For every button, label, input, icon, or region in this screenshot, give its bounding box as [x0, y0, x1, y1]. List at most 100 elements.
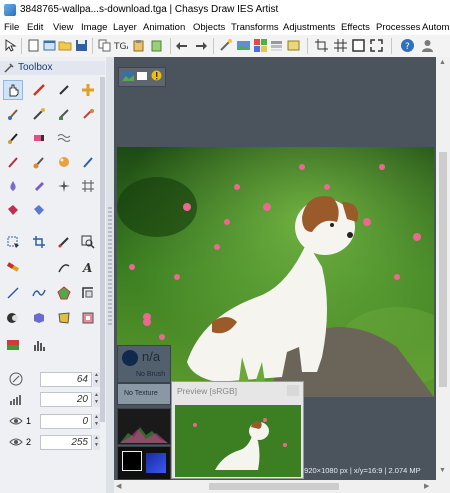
- dropper-tool[interactable]: [54, 80, 74, 100]
- eraser-tool[interactable]: [29, 128, 49, 148]
- airbrush-tool[interactable]: [29, 104, 49, 124]
- text-brush-tool[interactable]: [3, 128, 23, 148]
- warning-icon[interactable]: [151, 70, 162, 81]
- layers-icon[interactable]: [269, 38, 284, 53]
- histogram-swatch[interactable]: [117, 408, 171, 445]
- fullscreen-icon[interactable]: [369, 38, 384, 53]
- help-arrow-icon[interactable]: [3, 38, 18, 53]
- vertical-scroll-thumb[interactable]: [439, 152, 447, 387]
- smudge-tool[interactable]: [78, 104, 98, 124]
- stamp-tool[interactable]: [3, 152, 23, 172]
- menu-image[interactable]: Image: [81, 22, 107, 33]
- shape-tool[interactable]: [54, 283, 74, 303]
- drop-tool[interactable]: [3, 176, 23, 196]
- scroll-left-icon[interactable]: ◀: [116, 482, 121, 490]
- pointer-tool[interactable]: [3, 80, 23, 100]
- opacity-spinner[interactable]: ▲ ▼: [93, 392, 100, 407]
- menu-animation[interactable]: Animation: [143, 22, 185, 33]
- menu-view[interactable]: View: [53, 22, 73, 33]
- scroll-up-icon[interactable]: ▲: [439, 59, 446, 66]
- color-swatch[interactable]: [117, 446, 171, 480]
- channel-2-input[interactable]: 255: [40, 435, 92, 450]
- cut-icon[interactable]: TGA: [113, 38, 128, 53]
- menu-adjustments[interactable]: Adjustments: [283, 22, 335, 33]
- brush-size-spinner[interactable]: ▲ ▼: [93, 372, 100, 387]
- menu-automation[interactable]: Automa: [422, 22, 450, 33]
- grid-tool[interactable]: [78, 176, 98, 196]
- image-icon[interactable]: [236, 38, 251, 53]
- rect-tool[interactable]: [78, 283, 98, 303]
- brush-size-input[interactable]: 64: [40, 372, 92, 387]
- menu-effects[interactable]: Effects: [341, 22, 370, 33]
- blur-tool[interactable]: [54, 128, 74, 148]
- texture-swatch[interactable]: No Texture: [117, 383, 171, 405]
- morph-tool[interactable]: [3, 308, 23, 328]
- preview-close-button[interactable]: [287, 385, 299, 396]
- new-window-icon[interactable]: [42, 38, 57, 53]
- undo-icon[interactable]: [175, 38, 190, 53]
- text-tool[interactable]: A: [78, 257, 98, 277]
- channel-1-input[interactable]: 0: [40, 414, 92, 429]
- layer-mask-icon[interactable]: [137, 72, 147, 80]
- curve-tool[interactable]: [29, 283, 49, 303]
- brush-swatch[interactable]: n/a No Brush: [117, 345, 171, 383]
- fit-window-icon[interactable]: [351, 38, 366, 53]
- menu-objects[interactable]: Objects: [193, 22, 225, 33]
- paste-new-icon[interactable]: [149, 38, 164, 53]
- picker-tool[interactable]: [54, 232, 74, 252]
- panel-splitter[interactable]: [106, 57, 114, 493]
- redo-icon[interactable]: [193, 38, 208, 53]
- clone-tool[interactable]: [54, 104, 74, 124]
- histogram-tool[interactable]: [29, 335, 49, 355]
- sphere-tool[interactable]: [54, 152, 74, 172]
- paint-tool[interactable]: [3, 104, 23, 124]
- help-icon[interactable]: ?: [400, 38, 415, 53]
- line-tool[interactable]: [3, 283, 23, 303]
- paste-icon[interactable]: [131, 38, 146, 53]
- new-file-icon[interactable]: [26, 38, 41, 53]
- cube-tool[interactable]: [29, 308, 49, 328]
- menu-layer[interactable]: Layer: [113, 22, 137, 33]
- primary-color[interactable]: [122, 451, 142, 471]
- line-pen-tool[interactable]: [78, 152, 98, 172]
- splat-tool[interactable]: [54, 176, 74, 196]
- burn-tool[interactable]: [29, 176, 49, 196]
- user-icon[interactable]: [420, 38, 435, 53]
- warp-tool[interactable]: [54, 308, 74, 328]
- shapes-tool[interactable]: [78, 80, 98, 100]
- scroll-right-icon[interactable]: ▶: [424, 482, 429, 490]
- color-tool[interactable]: [3, 257, 23, 277]
- copy-icon[interactable]: [97, 38, 112, 53]
- vertical-scrollbar[interactable]: ▲ ▼: [436, 57, 450, 480]
- channel-2-spinner[interactable]: ▲ ▼: [93, 435, 100, 450]
- pencil-tool[interactable]: [29, 80, 49, 100]
- frame-icon[interactable]: [286, 38, 301, 53]
- save-icon[interactable]: [74, 38, 89, 53]
- grid-icon[interactable]: [333, 38, 348, 53]
- wand-icon[interactable]: [218, 38, 233, 53]
- scroll-down-icon[interactable]: ▼: [439, 467, 446, 474]
- horizontal-scroll-thumb[interactable]: [209, 483, 339, 490]
- gradient-fill-tool[interactable]: [29, 200, 49, 220]
- menu-edit[interactable]: Edit: [27, 22, 43, 33]
- menu-file[interactable]: File: [4, 22, 19, 33]
- frame-tool[interactable]: [78, 308, 98, 328]
- select-tool[interactable]: [3, 232, 23, 252]
- channel-1-spinner[interactable]: ▲ ▼: [93, 414, 100, 429]
- menu-processes[interactable]: Processes: [376, 22, 420, 33]
- image-status: 1920×1080 px | x/y=16:9 | 2.074 MP: [300, 466, 421, 475]
- menu-transforms[interactable]: Transforms: [231, 22, 279, 33]
- open-folder-icon[interactable]: [58, 38, 73, 53]
- horizontal-scrollbar[interactable]: ◀ ▶: [114, 480, 436, 493]
- layer-thumbnail-icon[interactable]: [122, 71, 134, 81]
- bucket-tool[interactable]: [3, 200, 23, 220]
- secondary-color[interactable]: [146, 453, 166, 473]
- crop-tool[interactable]: [29, 232, 49, 252]
- fill-brush-tool[interactable]: [29, 152, 49, 172]
- opacity-input[interactable]: 20: [40, 392, 92, 407]
- grid-color-icon[interactable]: [253, 38, 268, 53]
- palette-tool[interactable]: [3, 335, 23, 355]
- zoom-tool[interactable]: [78, 232, 98, 252]
- crop-icon[interactable]: [314, 38, 329, 53]
- path-tool[interactable]: [54, 257, 74, 277]
